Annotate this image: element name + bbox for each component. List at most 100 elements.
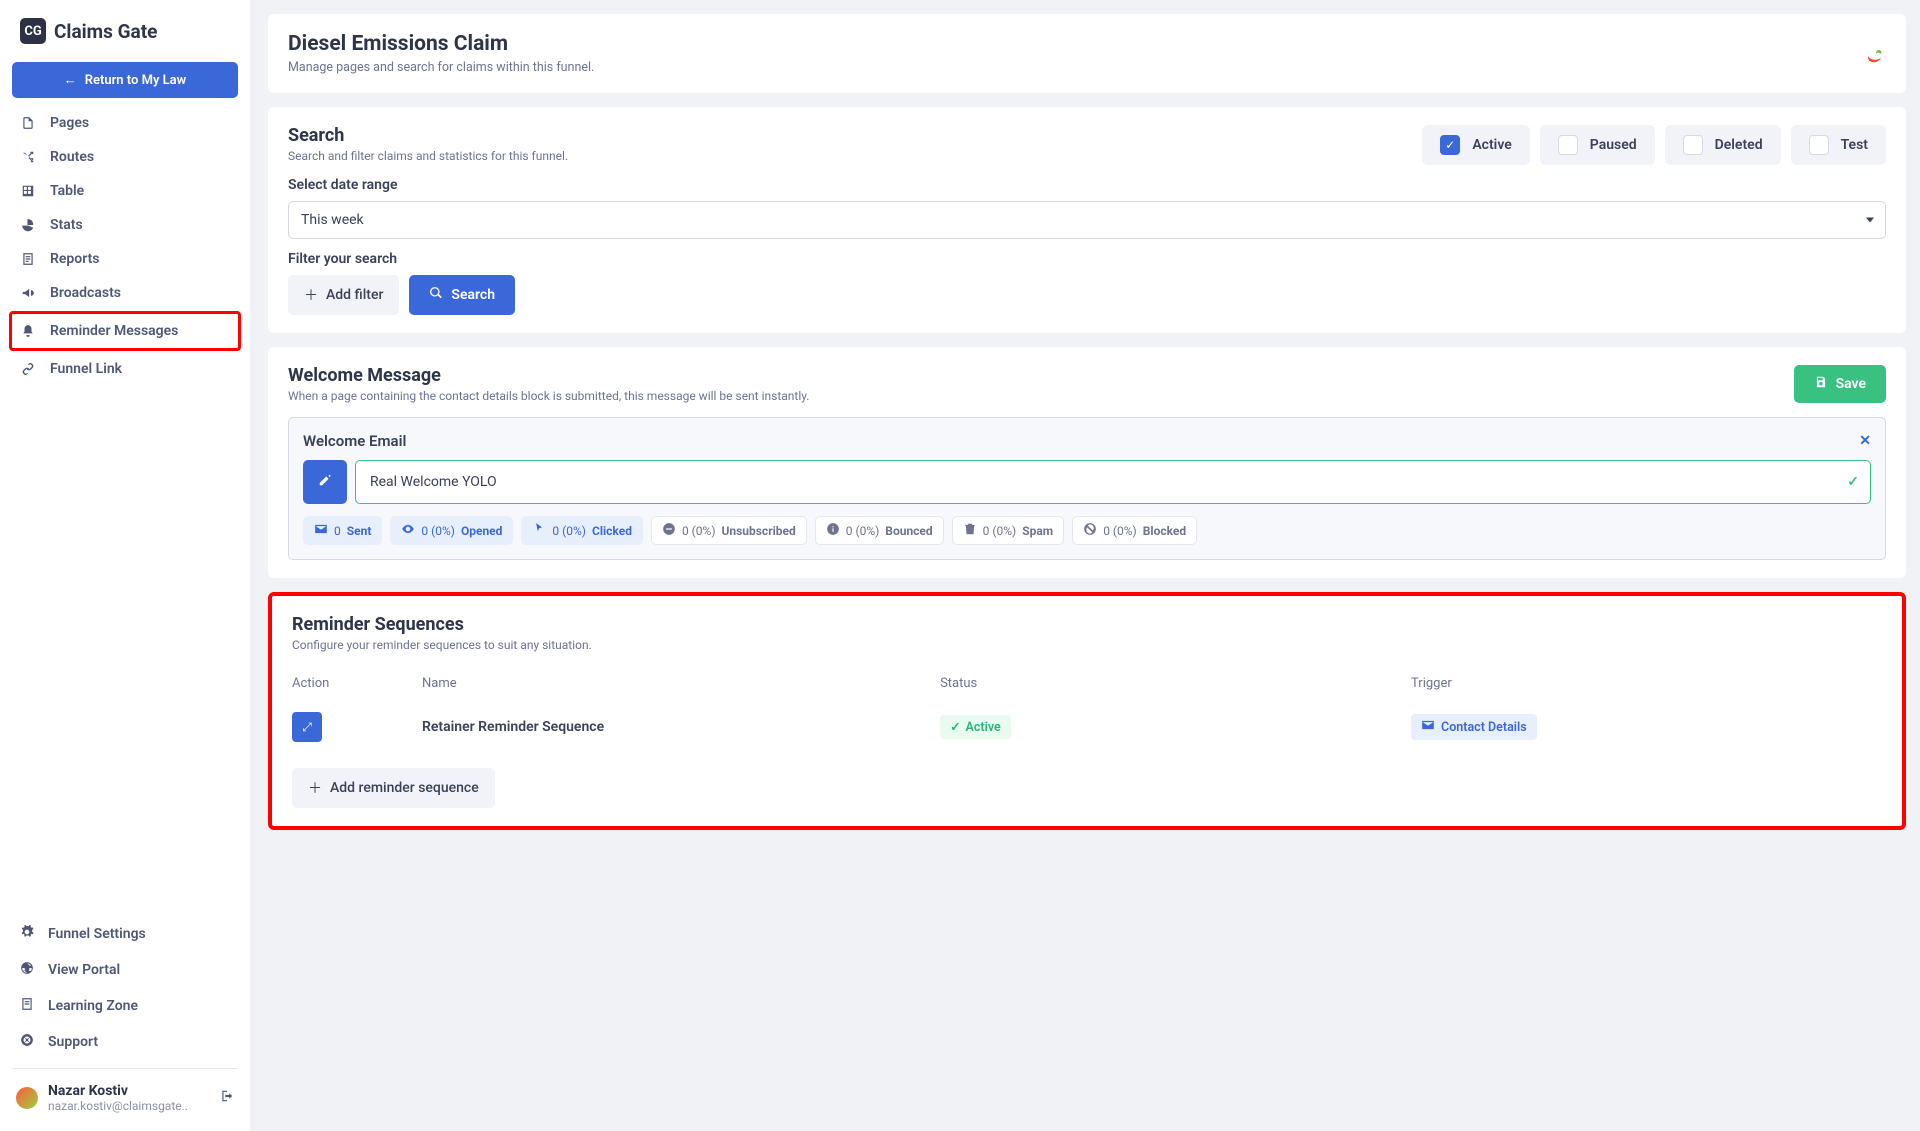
edit-email-button[interactable]: [303, 460, 347, 504]
filter-label: Filter your search: [288, 251, 1886, 267]
sequences-table: Action Name Status Trigger ⤢ Retainer Re…: [292, 666, 1882, 752]
search-icon: [429, 286, 443, 304]
nav-pages[interactable]: Pages: [12, 106, 238, 140]
welcome-card: Welcome Message When a page containing t…: [268, 347, 1906, 578]
shuffle-icon: [20, 150, 36, 164]
brand-name: Claims Gate: [54, 20, 157, 43]
welcome-email-title: Welcome Email: [303, 432, 406, 450]
megaphone-icon: [20, 286, 36, 300]
link-icon: [20, 362, 36, 376]
welcome-email-panel: Welcome Email ✕ ✓ 0 Sent 0 (0%) Opened 0…: [288, 417, 1886, 560]
info-icon: [826, 522, 840, 539]
search-title: Search: [288, 125, 568, 146]
book-icon: [20, 997, 34, 1015]
arrow-left-icon: ←: [64, 72, 77, 88]
stat-sent: 0 Sent: [303, 516, 382, 545]
checkbox-icon: [1809, 135, 1829, 155]
col-status: Status: [940, 676, 1411, 691]
trash-icon: [963, 522, 977, 539]
table-icon: [20, 184, 36, 198]
search-button[interactable]: Search: [409, 275, 515, 315]
status-deleted[interactable]: Deleted: [1665, 125, 1781, 165]
user-email: nazar.kostiv@claimsgate..: [48, 1099, 210, 1113]
table-header: Action Name Status Trigger: [292, 666, 1882, 702]
welcome-title: Welcome Message: [288, 365, 809, 386]
nav-funnel-settings[interactable]: Funnel Settings: [12, 916, 238, 952]
sequences-subtitle: Configure your reminder sequences to sui…: [292, 638, 1882, 652]
nav-bottom: Funnel Settings View Portal Learning Zon…: [12, 916, 238, 1060]
mail-icon: [1421, 718, 1435, 736]
logout-icon[interactable]: [220, 1089, 234, 1107]
col-action: Action: [292, 676, 422, 691]
user-name: Nazar Kostiv: [48, 1083, 210, 1099]
nav-view-portal[interactable]: View Portal: [12, 952, 238, 988]
bell-icon: [20, 324, 36, 338]
add-filter-button[interactable]: ＋Add filter: [288, 275, 399, 315]
stat-spam: 0 (0%) Spam: [952, 516, 1065, 545]
status-paused[interactable]: Paused: [1540, 125, 1655, 165]
nav-funnel-link[interactable]: Funnel Link: [12, 352, 238, 386]
search-card: Search Search and filter claims and stat…: [268, 107, 1906, 333]
check-circle-icon: ✓: [950, 719, 960, 735]
sidebar: CG Claims Gate ← Return to My Law Pages …: [0, 0, 250, 1131]
status-active[interactable]: ✓Active: [1422, 125, 1529, 165]
add-sequence-button[interactable]: ＋Add reminder sequence: [292, 768, 495, 808]
page-header-card: Diesel Emissions Claim Manage pages and …: [268, 14, 1906, 93]
nav-main: Pages Routes Table Stats Reports Broadca…: [12, 106, 238, 916]
date-range-select-wrap: This week: [288, 201, 1886, 239]
divider: [12, 1068, 238, 1069]
main-content: Diesel Emissions Claim Manage pages and …: [250, 0, 1920, 1131]
return-button[interactable]: ← Return to My Law: [12, 62, 238, 98]
user-box: Nazar Kostiv nazar.kostiv@claimsgate..: [12, 1077, 238, 1119]
save-icon: [1814, 375, 1828, 393]
nav-learning-zone[interactable]: Learning Zone: [12, 988, 238, 1024]
nav-reminder-messages[interactable]: Reminder Messages: [9, 311, 241, 351]
welcome-subtitle: When a page containing the contact detai…: [288, 389, 809, 403]
checkbox-icon: [1683, 135, 1703, 155]
funnel-icon: [1862, 42, 1886, 66]
stat-blocked: 0 (0%) Blocked: [1072, 516, 1197, 545]
trigger-badge: Contact Details: [1411, 714, 1537, 740]
plus-icon: ＋: [304, 285, 318, 305]
date-range-select[interactable]: This week: [288, 201, 1886, 239]
nav-support[interactable]: Support: [12, 1024, 238, 1060]
stat-unsubscribed: 0 (0%) Unsubscribed: [651, 516, 807, 545]
expand-button[interactable]: ⤢: [292, 712, 322, 742]
nav-reports[interactable]: Reports: [12, 242, 238, 276]
close-icon[interactable]: ✕: [1859, 433, 1871, 449]
plus-icon: ＋: [308, 778, 322, 798]
stat-clicked: 0 (0%) Clicked: [521, 516, 643, 545]
checkbox-on-icon: ✓: [1440, 135, 1460, 155]
brand-logo: CG Claims Gate: [12, 18, 238, 62]
col-name: Name: [422, 676, 940, 691]
status-test[interactable]: Test: [1791, 125, 1886, 165]
col-trigger: Trigger: [1411, 676, 1882, 691]
page-title: Diesel Emissions Claim: [288, 32, 594, 56]
save-button[interactable]: Save: [1794, 365, 1886, 403]
page-subtitle: Manage pages and search for claims withi…: [288, 60, 594, 75]
brand-badge: CG: [20, 18, 46, 44]
nav-table[interactable]: Table: [12, 174, 238, 208]
checkbox-icon: [1558, 135, 1578, 155]
gear-icon: [20, 925, 34, 943]
sequences-title: Reminder Sequences: [292, 614, 1882, 635]
stat-bounced: 0 (0%) Bounced: [815, 516, 944, 545]
nav-routes[interactable]: Routes: [12, 140, 238, 174]
nav-broadcasts[interactable]: Broadcasts: [12, 276, 238, 310]
email-stats: 0 Sent 0 (0%) Opened 0 (0%) Clicked 0 (0…: [303, 516, 1871, 545]
sequences-card: Reminder Sequences Configure your remind…: [268, 592, 1906, 830]
lifebuoy-icon: [20, 1033, 34, 1051]
welcome-email-input[interactable]: [355, 460, 1871, 504]
search-subtitle: Search and filter claims and statistics …: [288, 149, 568, 163]
minus-circle-icon: [662, 522, 676, 539]
stat-opened: 0 (0%) Opened: [390, 516, 513, 545]
globe-icon: [20, 961, 34, 979]
date-range-label: Select date range: [288, 177, 1886, 193]
expand-icon: ⤢: [302, 720, 312, 735]
nav-stats[interactable]: Stats: [12, 208, 238, 242]
check-icon: ✓: [1847, 474, 1859, 490]
pencil-icon: [318, 473, 332, 491]
table-row: ⤢ Retainer Reminder Sequence ✓Active Con…: [292, 702, 1882, 752]
avatar: [16, 1087, 38, 1109]
status-filters: ✓Active Paused Deleted Test: [1422, 125, 1886, 165]
